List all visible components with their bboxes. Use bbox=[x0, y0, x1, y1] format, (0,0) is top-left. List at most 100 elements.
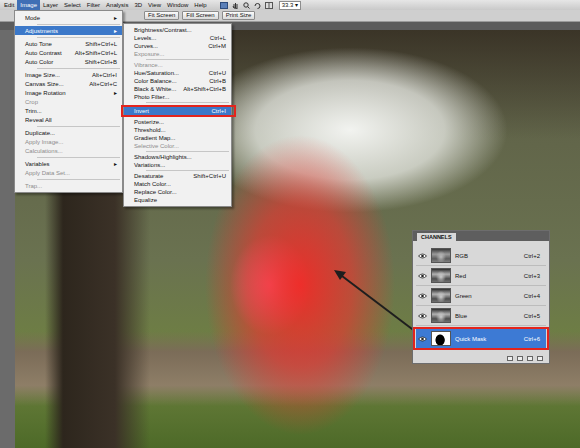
menu-item-label[interactable]: Hue/Saturation... bbox=[134, 70, 203, 76]
new-channel-icon[interactable] bbox=[527, 356, 533, 361]
eye-icon[interactable] bbox=[418, 313, 427, 319]
menu-item-body[interactable]: Curves...Ctrl+M bbox=[124, 42, 231, 50]
menu-item-content[interactable]: Image Rotation▸ bbox=[15, 89, 122, 96]
menu-bar-item[interactable]: View bbox=[145, 0, 164, 10]
channel-row[interactable]: GreenCtrl+4 bbox=[416, 286, 546, 306]
menu-item-content[interactable]: Image Size...Alt+Ctrl+I bbox=[15, 72, 122, 78]
menu-item-content[interactable]: Duplicate... bbox=[15, 130, 122, 136]
menu-item-content[interactable]: Photo Filter... bbox=[124, 94, 231, 100]
menu-item-body[interactable]: Adjustments▸ bbox=[15, 26, 122, 35]
menu-item-content[interactable]: Variables▸ bbox=[15, 160, 122, 167]
menu-item-content[interactable]: DesaturateShift+Ctrl+U bbox=[124, 173, 231, 179]
menu-item-label[interactable]: Auto Contrast bbox=[25, 50, 69, 56]
menu-bar-item[interactable]: 3D bbox=[131, 0, 145, 10]
menu-item-body[interactable]: Variations... bbox=[124, 161, 231, 169]
menu-item-body[interactable]: Reveal All bbox=[15, 115, 122, 124]
channel-name[interactable]: RGB bbox=[455, 253, 520, 259]
menu-item[interactable]: Trim... bbox=[15, 106, 122, 115]
menu-item-content[interactable]: Posterize... bbox=[124, 119, 231, 125]
menu-item-body[interactable]: Posterize... bbox=[124, 118, 231, 126]
menu-bar-item[interactable]: Analysis bbox=[103, 0, 131, 10]
menu-item[interactable]: Shadows/Highlights... bbox=[124, 153, 231, 161]
eye-icon[interactable] bbox=[418, 273, 427, 279]
menu-item-label[interactable]: Brightness/Contrast... bbox=[134, 27, 226, 33]
menu-item-body[interactable]: Image Rotation▸ bbox=[15, 88, 122, 97]
hand-icon[interactable] bbox=[232, 2, 239, 9]
menu-item[interactable]: Posterize... bbox=[124, 118, 231, 126]
eye-icon[interactable] bbox=[418, 336, 427, 342]
channel-row[interactable]: BlueCtrl+5 bbox=[416, 306, 546, 326]
menu-item-body[interactable]: Auto ToneShift+Ctrl+L bbox=[15, 39, 122, 48]
delete-channel-icon[interactable] bbox=[537, 356, 543, 361]
menu-item-body[interactable]: Variables▸ bbox=[15, 159, 122, 168]
zoom-dropdown-arrow[interactable]: ▾ bbox=[295, 2, 298, 9]
menu-item-label[interactable]: Color Balance... bbox=[134, 78, 203, 84]
menu-item-label[interactable]: Image Size... bbox=[25, 72, 86, 78]
menu-item-label[interactable]: Levels... bbox=[134, 35, 204, 41]
menu-item-content[interactable]: Auto ContrastAlt+Shift+Ctrl+L bbox=[15, 50, 122, 56]
save-selection-icon[interactable] bbox=[517, 356, 523, 361]
menu-item-label[interactable]: Trim... bbox=[25, 108, 117, 114]
menu-item-label[interactable]: Match Color... bbox=[134, 181, 226, 187]
menu-item-body[interactable]: Replace Color... bbox=[124, 188, 231, 196]
channel-name[interactable]: Green bbox=[455, 293, 520, 299]
menu-item-content[interactable]: Threshold... bbox=[124, 127, 231, 133]
menu-item-body[interactable]: Auto ContrastAlt+Shift+Ctrl+L bbox=[15, 48, 122, 57]
zoom-level-field[interactable]: 33.3▾ bbox=[279, 1, 302, 10]
menu-item-content[interactable]: Replace Color... bbox=[124, 189, 231, 195]
menu-item-body[interactable]: DesaturateShift+Ctrl+U bbox=[124, 172, 231, 180]
menu-item-content[interactable]: Trim... bbox=[15, 108, 122, 114]
bridge-icon[interactable] bbox=[220, 2, 228, 9]
menu-item[interactable]: Photo Filter... bbox=[124, 93, 231, 101]
menu-item-body[interactable]: Match Color... bbox=[124, 180, 231, 188]
options-button[interactable]: Print Size bbox=[222, 11, 256, 20]
load-selection-icon[interactable] bbox=[507, 356, 513, 361]
menu-item[interactable]: Auto ColorShift+Ctrl+B bbox=[15, 57, 122, 66]
menu-bar-item[interactable]: Select bbox=[61, 0, 84, 10]
menu-item-body[interactable]: Image Size...Alt+Ctrl+I bbox=[15, 70, 122, 79]
menu-item-body[interactable]: InvertCtrl+I bbox=[124, 107, 231, 115]
menu-item-content[interactable]: Auto ToneShift+Ctrl+L bbox=[15, 41, 122, 47]
channel-name[interactable]: Red bbox=[455, 273, 520, 279]
menu-item[interactable]: Adjustments▸ bbox=[15, 26, 122, 35]
menu-item-label[interactable]: Image Rotation bbox=[25, 90, 108, 96]
menu-item-label[interactable]: Replace Color... bbox=[134, 189, 226, 195]
menu-item-label[interactable]: Equalize bbox=[134, 197, 226, 203]
menu-item-label[interactable]: Auto Color bbox=[25, 59, 79, 65]
menu-item-body[interactable]: Hue/Saturation...Ctrl+U bbox=[124, 69, 231, 77]
menu-item-label[interactable]: Duplicate... bbox=[25, 130, 117, 136]
menu-item-label[interactable]: Threshold... bbox=[134, 127, 226, 133]
eye-icon[interactable] bbox=[418, 253, 427, 259]
channel-row[interactable]: RedCtrl+3 bbox=[416, 266, 546, 286]
menu-item-content[interactable]: Black & White...Alt+Shift+Ctrl+B bbox=[124, 86, 231, 92]
channel-name[interactable]: Quick Mask bbox=[455, 336, 520, 342]
channel-row[interactable]: Quick MaskCtrl+6 bbox=[416, 329, 546, 349]
menu-item-label[interactable]: Auto Tone bbox=[25, 41, 79, 47]
menu-item-body[interactable]: Shadows/Highlights... bbox=[124, 153, 231, 161]
menu-item-body[interactable]: Black & White...Alt+Shift+Ctrl+B bbox=[124, 85, 231, 93]
menu-item-content[interactable]: Match Color... bbox=[124, 181, 231, 187]
menu-item[interactable]: Levels...Ctrl+L bbox=[124, 34, 231, 42]
menu-item[interactable]: Variables▸ bbox=[15, 159, 122, 168]
menu-bar-item[interactable]: Help bbox=[191, 0, 209, 10]
menu-item[interactable]: Image Size...Alt+Ctrl+I bbox=[15, 70, 122, 79]
menu-item-body[interactable]: Gradient Map... bbox=[124, 134, 231, 142]
menu-item-content[interactable]: Shadows/Highlights... bbox=[124, 154, 231, 160]
menu-item[interactable]: Equalize bbox=[124, 196, 231, 204]
menu-item[interactable]: Duplicate... bbox=[15, 128, 122, 137]
menu-item-content[interactable]: Mode▸ bbox=[15, 14, 122, 21]
menu-item-body[interactable]: Auto ColorShift+Ctrl+B bbox=[15, 57, 122, 66]
channel-row[interactable]: RGBCtrl+2 bbox=[416, 246, 546, 266]
menu-item-content[interactable]: Variations... bbox=[124, 162, 231, 168]
rotate-view-icon[interactable] bbox=[254, 2, 261, 9]
menu-item-label[interactable]: Desaturate bbox=[134, 173, 187, 179]
menu-item[interactable]: Variations... bbox=[124, 161, 231, 169]
menu-bar-item[interactable]: Edit bbox=[1, 0, 17, 10]
menu-item-label[interactable]: Gradient Map... bbox=[134, 135, 226, 141]
menu-item[interactable]: Auto ContrastAlt+Shift+Ctrl+L bbox=[15, 48, 122, 57]
zoom-tool-icon[interactable] bbox=[243, 2, 250, 9]
menu-item-label[interactable]: Canvas Size... bbox=[25, 81, 83, 87]
menu-item[interactable]: Reveal All bbox=[15, 115, 122, 124]
menu-item-label[interactable]: Variations... bbox=[134, 162, 226, 168]
menu-item-content[interactable]: Equalize bbox=[124, 197, 231, 203]
